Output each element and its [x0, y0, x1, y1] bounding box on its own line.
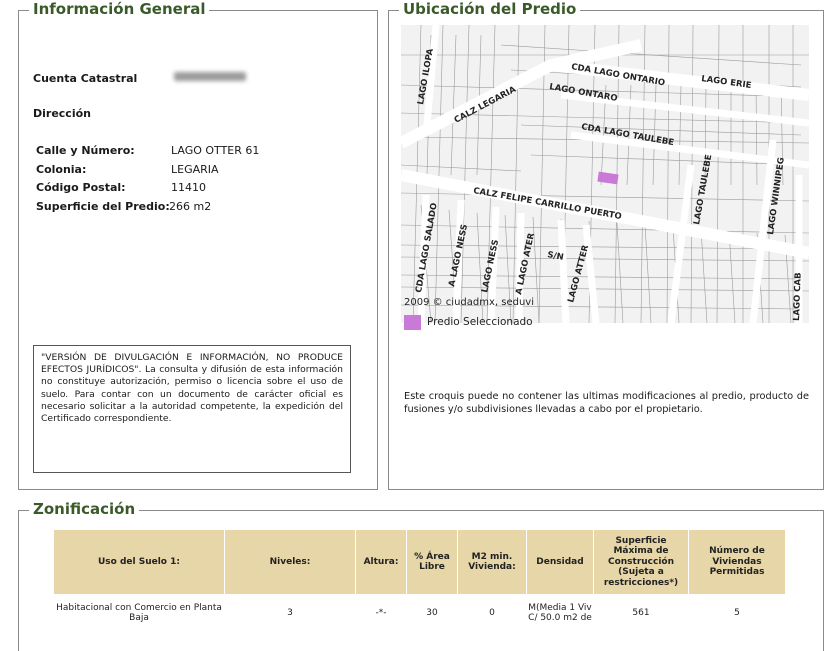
- cell-m2-min-vivienda: 0: [489, 607, 495, 618]
- calle-value: LAGO OTTER 61: [171, 144, 260, 157]
- table-row: Habitacional con Comercio en Planta Baja…: [54, 595, 785, 631]
- cuenta-catastral-redacted: [174, 72, 246, 81]
- header-numero-viviendas: Número de Viviendas Permitidas: [689, 530, 785, 594]
- predio-swatch: [404, 315, 421, 330]
- croquis-note: Este croquis puede no contener las ultim…: [404, 391, 809, 415]
- street-map[interactable]: LAGO ILOPA CDA LAGO ONTARIO LAGO ERIE CA…: [401, 25, 809, 323]
- superficie-label: Superficie del Predio:: [36, 200, 170, 213]
- informacion-general-title: Información General: [29, 0, 210, 19]
- ubicacion-predio-title: Ubicación del Predio: [399, 0, 581, 19]
- cell-area-libre: 30: [426, 607, 438, 618]
- informacion-general-panel: Información General Cuenta Catastral Dir…: [18, 0, 378, 490]
- header-area-libre: % Área Libre: [407, 530, 457, 594]
- map-copyright: 2009 © ciudadmx, seduvi: [404, 297, 535, 308]
- street-lago-cab: LAGO CAB: [792, 272, 804, 321]
- cell-superficie-maxima: 561: [632, 607, 650, 618]
- header-m2-min-vivienda: M2 min. Vivienda:: [458, 530, 526, 594]
- zonificacion-title: Zonificación: [29, 499, 140, 519]
- zonificacion-table: Uso del Suelo 1: Niveles: Altura: % Área…: [53, 529, 786, 632]
- disclaimer-box: "VERSIÓN DE DIVULGACIÓN E INFORMACIÓN, N…: [33, 345, 351, 473]
- cuenta-catastral-label: Cuenta Catastral: [33, 72, 138, 85]
- cell-niveles: 3: [287, 607, 293, 618]
- predio-seleccionado-label: Predio Seleccionado: [427, 316, 533, 328]
- cell-altura: -*-: [375, 607, 387, 618]
- codigo-postal-label: Código Postal:: [36, 181, 126, 194]
- header-densidad: Densidad: [527, 530, 593, 594]
- superficie-value: 266 m2: [169, 200, 212, 213]
- cell-numero-viviendas: 5: [734, 607, 740, 618]
- cell-uso-suelo: Habitacional con Comercio en Planta Baja: [56, 602, 222, 624]
- ubicacion-predio-panel: Ubicación del Predio LAGO ILOPA CDA LAGO…: [388, 0, 824, 490]
- direccion-label: Dirección: [33, 107, 91, 120]
- header-superficie-maxima: Superficie Máxima de Construcción (Sujet…: [594, 530, 688, 594]
- colonia-label: Colonia:: [36, 163, 87, 176]
- calle-label: Calle y Número:: [36, 144, 135, 157]
- colonia-value: LEGARIA: [171, 163, 219, 176]
- table-header-row: Uso del Suelo 1: Niveles: Altura: % Área…: [54, 530, 785, 594]
- codigo-postal-value: 11410: [171, 181, 206, 194]
- cell-densidad: M(Media 1 Viv C/ 50.0 m2 de: [528, 602, 592, 624]
- header-niveles: Niveles:: [225, 530, 355, 594]
- header-altura: Altura:: [356, 530, 406, 594]
- header-uso-suelo: Uso del Suelo 1:: [54, 530, 224, 594]
